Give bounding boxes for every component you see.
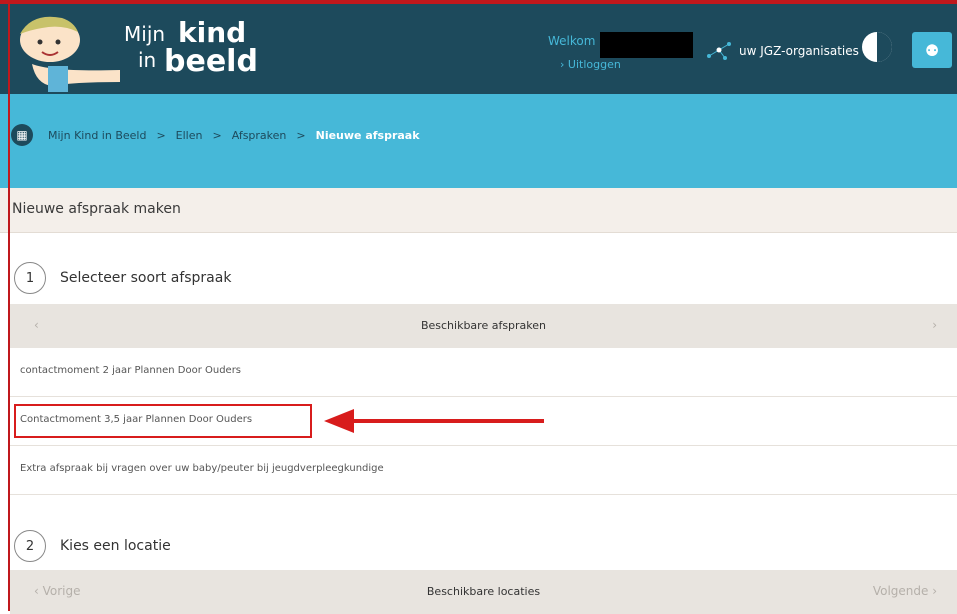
profile-button[interactable]: ⚉ xyxy=(912,32,952,68)
breadcrumb: Mijn Kind in Beeld > Ellen > Afspraken >… xyxy=(48,129,420,142)
breadcrumb-current: Nieuwe afspraak xyxy=(315,129,420,142)
annotation-arrow-icon xyxy=(324,409,544,433)
appointment-option-label: contactmoment 2 jaar Plannen Door Ouders xyxy=(20,365,242,376)
username-redacted xyxy=(600,32,693,58)
page-title: Nieuwe afspraak maken xyxy=(12,201,181,217)
welcome-label: Welkom xyxy=(548,34,596,48)
locations-nav: ‹ Vorige Beschikbare locaties Volgende › xyxy=(10,570,957,614)
logo-text-mijn: Mijn xyxy=(124,22,166,46)
breadcrumb-separator: > xyxy=(212,129,222,142)
step-number: 1 xyxy=(14,262,46,294)
frame-left-border xyxy=(8,0,10,611)
next-button[interactable]: › xyxy=(932,318,937,332)
logo-text-beeld: beeld xyxy=(164,44,258,79)
top-bar: Mijn kind in beeld Welkom › Uitloggen uw… xyxy=(0,4,957,94)
appointments-nav: ‹ Beschikbare afspraken › xyxy=(10,304,957,348)
step-title: Selecteer soort afspraak xyxy=(60,270,232,286)
logout-label: Uitloggen xyxy=(567,58,621,71)
appointment-option[interactable]: Extra afspraak bij vragen over uw baby/p… xyxy=(10,446,957,495)
user-icon: ⚉ xyxy=(924,40,940,60)
breadcrumb-separator: > xyxy=(156,129,166,142)
logo[interactable]: Mijn kind in beeld xyxy=(12,12,258,92)
grid-menu-icon[interactable]: ▦ xyxy=(11,124,33,146)
step-1-header: 1 Selecteer soort afspraak xyxy=(14,262,231,294)
nav-label: Beschikbare afspraken xyxy=(420,319,547,332)
organisations-label: uw JGZ-organisaties xyxy=(739,44,859,58)
child-mascot-icon xyxy=(20,16,120,92)
breadcrumb-home[interactable]: Mijn Kind in Beeld xyxy=(48,129,146,142)
step-title: Kies een locatie xyxy=(60,538,171,554)
step-number: 2 xyxy=(14,530,46,562)
next-button[interactable]: Volgende › xyxy=(873,584,937,598)
appointment-option-label: Extra afspraak bij vragen over uw baby/p… xyxy=(20,463,384,474)
appointment-option[interactable]: contactmoment 2 jaar Plannen Door Ouders xyxy=(10,348,957,397)
nav-label: Beschikbare locaties xyxy=(426,585,541,598)
annotation-highlight-box xyxy=(14,404,312,438)
page-header: Nieuwe afspraak maken xyxy=(0,188,957,233)
breadcrumb-separator: > xyxy=(296,129,306,142)
organisations-link[interactable]: uw JGZ-organisaties xyxy=(705,40,859,62)
breadcrumb-appointments[interactable]: Afspraken xyxy=(232,129,287,142)
logo-text-in: in xyxy=(138,48,157,72)
breadcrumb-child[interactable]: Ellen xyxy=(176,129,203,142)
network-icon xyxy=(707,42,731,60)
step-2-header: 2 Kies een locatie xyxy=(14,530,171,562)
logout-link[interactable]: › Uitloggen xyxy=(560,58,621,71)
contrast-toggle-icon[interactable] xyxy=(862,32,892,62)
breadcrumb-bar: ▦ Mijn Kind in Beeld > Ellen > Afspraken… xyxy=(0,94,957,188)
